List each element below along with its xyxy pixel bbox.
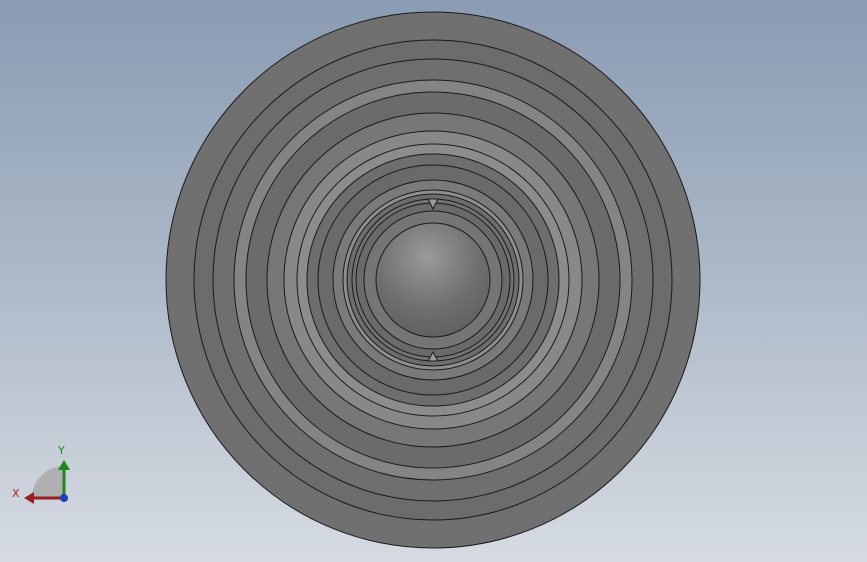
x-axis-label: X <box>12 487 20 500</box>
revolved-part-model[interactable] <box>0 0 867 562</box>
center-dome <box>375 222 491 338</box>
y-axis-arrow <box>58 460 70 470</box>
y-axis-label: Y <box>57 444 65 457</box>
x-axis-arrow <box>24 492 34 504</box>
triad-plane-wedge <box>32 466 64 498</box>
graphics-viewport[interactable]: Y X <box>0 0 867 562</box>
axis-triad: Y X <box>12 444 70 504</box>
z-axis-dot <box>60 494 68 502</box>
